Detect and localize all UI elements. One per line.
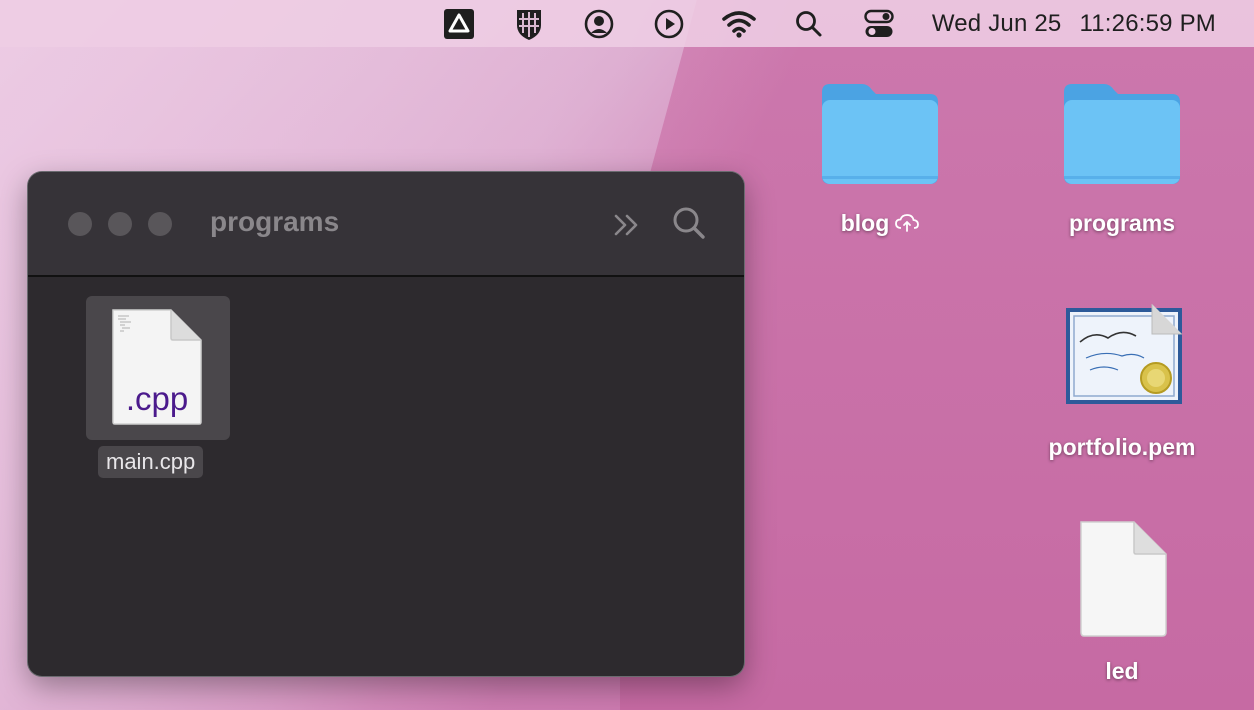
certificate-icon: [1064, 304, 1184, 411]
finder-window: programs .cpp main.cpp: [28, 172, 744, 676]
menu-bar-clock[interactable]: 11:26:59 PM: [1079, 10, 1216, 38]
file-item-main-cpp[interactable]: .cpp main.cpp: [86, 296, 230, 478]
document-icon: [1078, 520, 1168, 643]
toolbar-overflow-chevron-icon[interactable]: [610, 208, 644, 242]
minimize-button[interactable]: [108, 212, 132, 236]
file-extension-label: .cpp: [125, 380, 189, 417]
zoom-button[interactable]: [148, 212, 172, 236]
desktop-item-blog-label: blog: [806, 210, 954, 238]
icloud-upload-icon: [895, 211, 920, 238]
play-icon[interactable]: [651, 6, 687, 42]
desktop-item-portfolio-pem-label: portfolio.pem: [1048, 434, 1196, 460]
window-titlebar[interactable]: programs: [28, 172, 744, 277]
folder-icon: [820, 80, 940, 191]
file-name-label: main.cpp: [98, 446, 204, 478]
desktop-item-programs-label: programs: [1068, 210, 1176, 236]
cpp-file-icon: .cpp: [111, 308, 203, 426]
menu-bar-date[interactable]: Wed Jun 25: [932, 10, 1062, 38]
wifi-icon[interactable]: [721, 6, 757, 42]
window-title: programs: [210, 206, 340, 237]
menu-bar: Wed Jun 25 11:26:59 PM: [0, 0, 1254, 47]
close-button[interactable]: [68, 212, 92, 236]
search-icon[interactable]: [670, 204, 708, 242]
desktop-item-portfolio-pem[interactable]: portfolio.pem: [1030, 302, 1214, 467]
control-center-icon[interactable]: [861, 6, 897, 42]
desktop-item-led[interactable]: led: [1048, 520, 1196, 690]
desktop-item-led-label: led: [1105, 658, 1139, 684]
desktop-item-programs[interactable]: programs: [1048, 78, 1196, 243]
user-icon[interactable]: [581, 6, 617, 42]
search-icon[interactable]: [791, 6, 827, 42]
desktop-item-blog[interactable]: blog: [806, 78, 954, 243]
folder-icon: [1062, 80, 1182, 191]
blog-label-text: blog: [840, 210, 890, 236]
drive-icon[interactable]: [441, 6, 477, 42]
vpn-shield-icon[interactable]: [511, 6, 547, 42]
